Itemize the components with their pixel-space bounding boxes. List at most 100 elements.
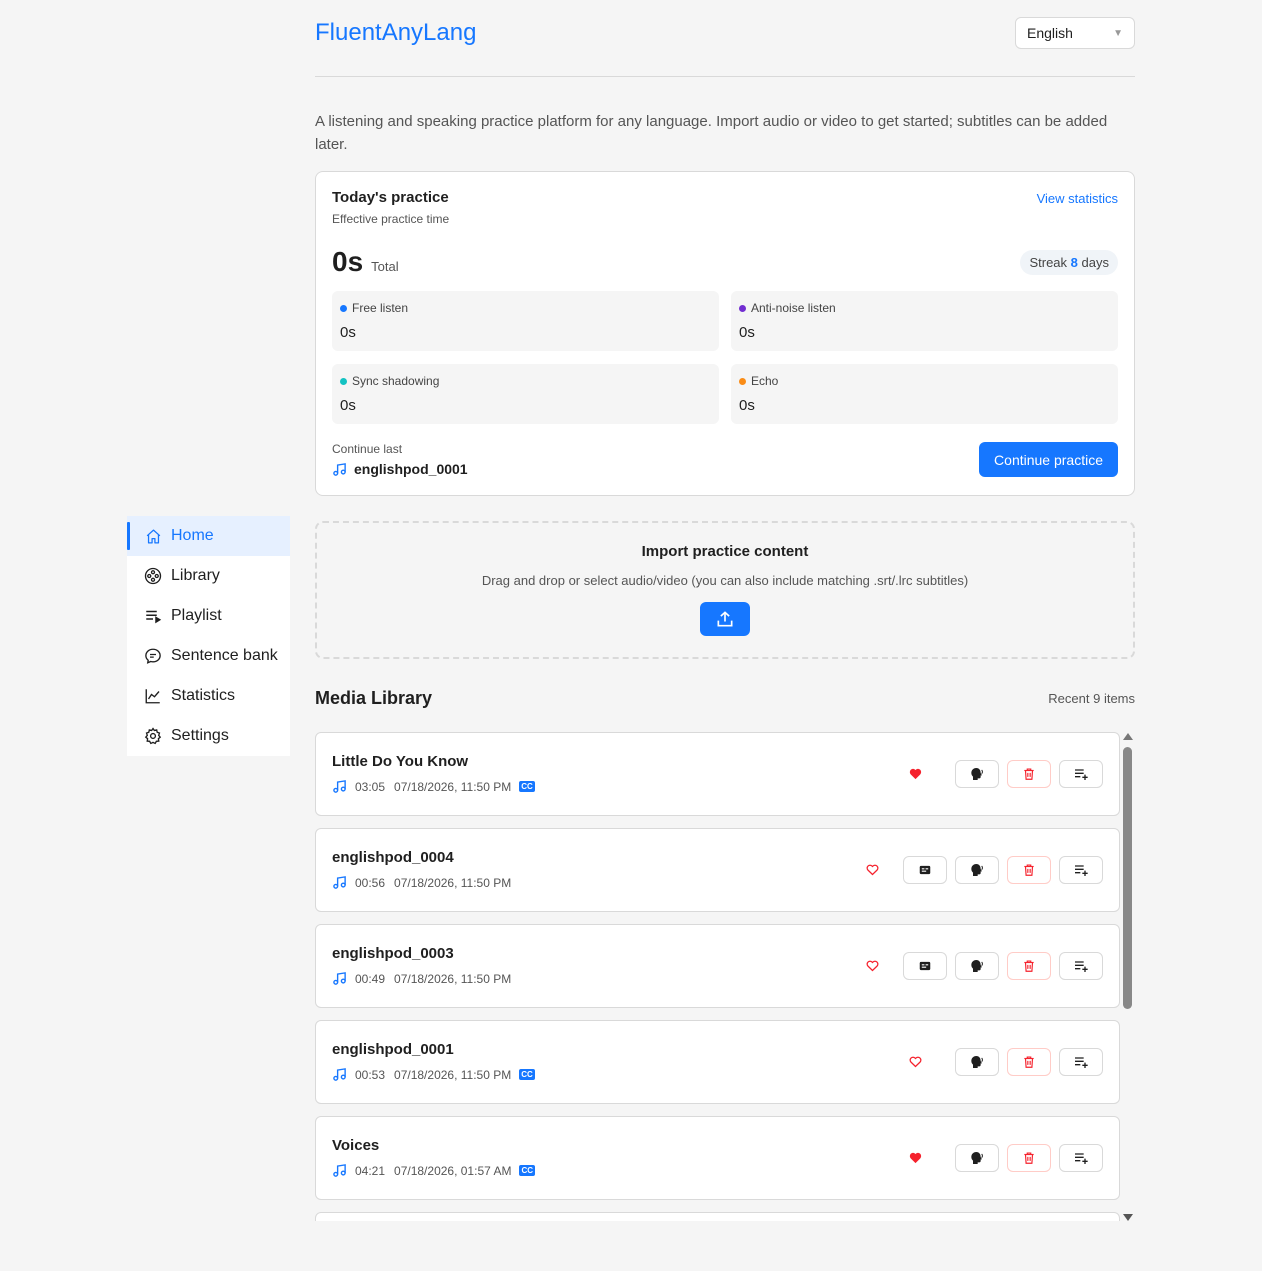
sidebar-item-home[interactable]: Home	[127, 516, 290, 556]
trash-icon	[1022, 1151, 1036, 1165]
sidebar-item-settings[interactable]: Settings	[127, 716, 290, 756]
media-actions	[908, 760, 1103, 788]
delete-button[interactable]	[1007, 760, 1051, 788]
import-dropzone[interactable]: Import practice content Drag and drop or…	[315, 521, 1135, 659]
subtitle-button[interactable]	[903, 952, 947, 980]
scroll-down-arrow[interactable]	[1123, 1214, 1133, 1221]
stat-anti-noise-listen: Anti-noise listen 0s	[731, 291, 1118, 351]
media-date: 07/18/2026, 11:50 PM	[394, 875, 512, 890]
media-list-item[interactable]: englishpod_0003 00:49 07/18/2026, 11:50 PM	[315, 924, 1120, 1008]
sidebar-item-label: Statistics	[171, 687, 236, 704]
media-actions	[908, 1144, 1103, 1172]
stat-value: 0s	[340, 324, 356, 341]
playlist-add-icon	[1073, 1150, 1089, 1166]
heart-outline-icon[interactable]	[865, 958, 881, 974]
speak-practice-button[interactable]	[955, 952, 999, 980]
delete-button[interactable]	[1007, 856, 1051, 884]
media-list-scrollbar[interactable]	[1122, 733, 1133, 1221]
streak-days: 8	[1070, 255, 1078, 270]
media-actions	[865, 856, 1103, 884]
streak-badge: Streak 8 days	[1020, 250, 1118, 275]
media-list[interactable]: Little Do You Know 03:05 07/18/2026, 11:50…	[315, 732, 1120, 1221]
subtitle-icon	[918, 863, 932, 877]
add-to-playlist-button[interactable]	[1059, 760, 1103, 788]
todays-practice-card: Today's practice Effective practice time…	[315, 171, 1135, 496]
heart-filled-icon[interactable]	[908, 766, 924, 782]
total-row: 0s Total Streak 8 days	[332, 246, 1118, 279]
media-duration: 00:53	[355, 1067, 386, 1082]
gear-icon	[144, 727, 162, 745]
sidebar-item-library[interactable]: Library	[127, 556, 290, 596]
stat-echo: Echo 0s	[731, 364, 1118, 424]
speak-practice-button[interactable]	[955, 1048, 999, 1076]
heart-outline-icon[interactable]	[908, 1054, 924, 1070]
speaking-head-icon	[969, 862, 985, 878]
import-title: Import practice content	[641, 543, 809, 560]
subtitle-button[interactable]	[903, 856, 947, 884]
media-library-header: Media Library Recent 9 items	[315, 687, 1135, 709]
speak-practice-button[interactable]	[955, 1144, 999, 1172]
stat-label: Echo	[751, 374, 779, 388]
sidebar-item-label: Library	[171, 567, 220, 584]
view-statistics-link[interactable]: View statistics	[1037, 191, 1118, 206]
media-date: 07/18/2026, 11:50 PM	[394, 779, 512, 794]
speak-practice-button[interactable]	[955, 856, 999, 884]
sidebar-item-statistics[interactable]: Statistics	[127, 676, 290, 716]
music-note-icon	[332, 779, 347, 794]
media-list-item[interactable]: Little Do You Know 03:05 07/18/2026, 11:50…	[315, 732, 1120, 816]
scroll-up-arrow[interactable]	[1123, 733, 1133, 740]
sidebar-item-label: Playlist	[171, 607, 222, 624]
media-list-item[interactable]: englishpod_0001 00:53 07/18/2026, 11:50 PM…	[315, 1020, 1120, 1104]
music-note-icon	[332, 462, 347, 477]
stat-label: Anti-noise listen	[751, 301, 836, 315]
add-to-playlist-button[interactable]	[1059, 1144, 1103, 1172]
main-content: FluentAnyLang English ▼ A listening and …	[315, 0, 1135, 709]
header: FluentAnyLang English ▼	[315, 0, 1135, 77]
language-select[interactable]: English ▼	[1015, 17, 1135, 49]
speak-practice-button[interactable]	[955, 760, 999, 788]
heart-filled-icon[interactable]	[908, 1150, 924, 1166]
media-list-item[interactable]	[315, 1212, 1120, 1221]
speaking-head-icon	[969, 1054, 985, 1070]
stat-value: 0s	[340, 397, 356, 414]
trash-icon	[1022, 1055, 1036, 1069]
streak-suffix: days	[1081, 255, 1109, 270]
media-duration: 00:49	[355, 971, 386, 986]
sidebar-item-label: Home	[171, 527, 214, 544]
continue-practice-button[interactable]: Continue practice	[979, 442, 1118, 477]
media-list-item[interactable]: englishpod_0004 00:56 07/18/2026, 11:50 PM	[315, 828, 1120, 912]
scroll-thumb[interactable]	[1123, 747, 1132, 1009]
delete-button[interactable]	[1007, 952, 1051, 980]
sidebar-item-playlist[interactable]: Playlist	[127, 596, 290, 636]
home-icon	[144, 527, 162, 545]
media-library-title: Media Library	[315, 687, 433, 708]
cc-badge-icon: CC	[519, 1165, 536, 1176]
delete-button[interactable]	[1007, 1144, 1051, 1172]
add-to-playlist-button[interactable]	[1059, 952, 1103, 980]
playlist-icon	[144, 607, 162, 625]
upload-icon	[717, 611, 733, 627]
cc-badge-icon: CC	[519, 781, 535, 792]
media-date: 07/18/2026, 11:50 PM	[394, 971, 512, 986]
media-list-item[interactable]: Voices 04:21 07/18/2026, 01:57 AM CC	[315, 1116, 1120, 1200]
mode-dot	[340, 377, 347, 385]
upload-button[interactable]	[700, 602, 750, 636]
add-to-playlist-button[interactable]	[1059, 856, 1103, 884]
continue-row: Continue last englishpod_0001 Continue p…	[332, 442, 1118, 477]
total-time-label: Total	[371, 259, 399, 274]
practice-title: Today's practice	[332, 189, 449, 206]
media-actions	[865, 952, 1103, 980]
add-to-playlist-button[interactable]	[1059, 1048, 1103, 1076]
chevron-down-icon: ▼	[1113, 27, 1123, 39]
continue-file[interactable]: englishpod_0001	[332, 461, 468, 477]
sidebar-nav: Home Library Playlist Sentence bank Stat…	[127, 516, 290, 756]
heart-outline-icon[interactable]	[865, 862, 881, 878]
cc-badge-icon: CC	[519, 1069, 535, 1080]
playlist-add-icon	[1073, 766, 1089, 782]
sidebar-item-label: Sentence bank	[171, 647, 278, 664]
sidebar-item-sentence-bank[interactable]: Sentence bank	[127, 636, 290, 676]
delete-button[interactable]	[1007, 1048, 1051, 1076]
sidebar-item-label: Settings	[171, 727, 229, 744]
music-note-icon	[332, 971, 347, 986]
stat-value: 0s	[739, 397, 755, 414]
